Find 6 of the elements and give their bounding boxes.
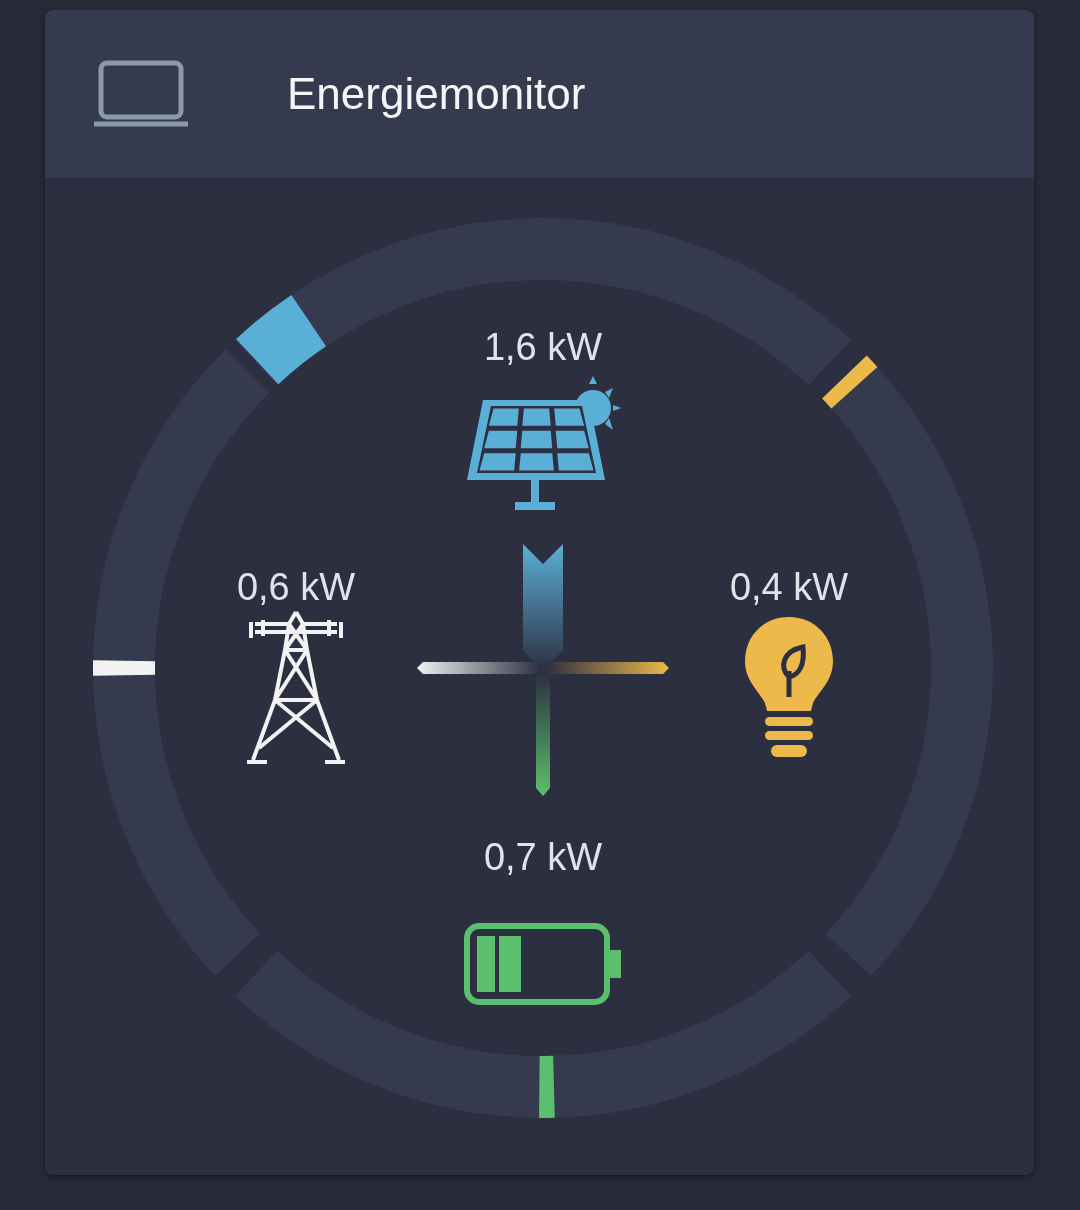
power-reading: 0,6 kW <box>235 565 357 610</box>
laptop-icon <box>93 60 189 128</box>
power-reading: 0,4 kW <box>728 565 850 610</box>
card-title: Energiemonitor <box>287 69 586 119</box>
power-reading: 1,6 kW <box>482 325 604 370</box>
power-reading: 0,7 kW <box>482 835 604 880</box>
